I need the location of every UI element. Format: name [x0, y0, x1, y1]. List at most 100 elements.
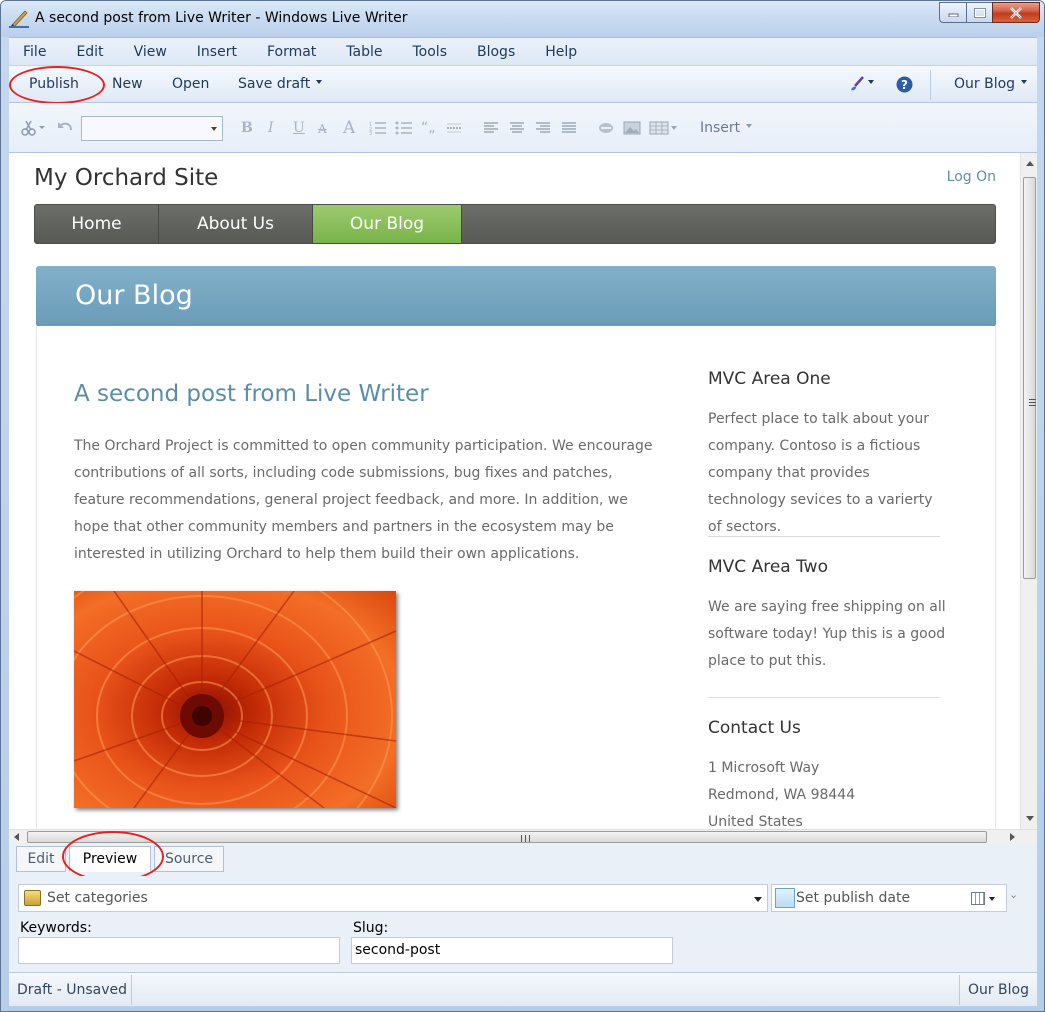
grip-icon	[521, 835, 530, 842]
menu-table[interactable]: Table	[331, 38, 397, 66]
sidebar-heading-contact-us: Contact Us	[708, 718, 801, 738]
underline-icon[interactable]: U	[293, 120, 305, 136]
bulleted-list-icon[interactable]	[395, 121, 413, 135]
new-button[interactable]: New	[112, 66, 143, 103]
menu-view[interactable]: View	[119, 38, 182, 66]
chevron-down-icon[interactable]	[754, 897, 762, 902]
post-properties-panel: Set categories Set publish date ⌄ Keywor…	[9, 876, 1037, 972]
categories-icon	[24, 890, 41, 906]
contact-address-line-2: Redmond, WA 98444	[708, 787, 856, 803]
insert-dropdown-label: Insert	[700, 120, 741, 136]
menu-format[interactable]: Format	[252, 38, 331, 66]
status-separator	[959, 975, 960, 1005]
nav-item-about-us[interactable]: About Us	[159, 205, 313, 243]
bold-icon[interactable]: B	[241, 120, 253, 136]
publish-date-combo[interactable]: Set publish date	[771, 884, 1007, 912]
scroll-down-arrow-icon[interactable]	[1026, 816, 1034, 821]
scroll-left-arrow-icon[interactable]	[14, 833, 19, 841]
publish-date-checkbox[interactable]	[775, 888, 795, 908]
close-button[interactable]	[992, 2, 1040, 23]
open-button[interactable]: Open	[172, 66, 209, 103]
tab-edit[interactable]: Edit	[16, 846, 66, 872]
site-title: My Orchard Site	[34, 165, 219, 191]
font-family-combo[interactable]	[81, 116, 223, 141]
insert-table-icon[interactable]	[649, 121, 679, 135]
chevron-down-icon	[868, 80, 874, 84]
help-icon: ?	[896, 76, 913, 92]
minimize-button[interactable]	[939, 2, 966, 23]
categories-placeholder: Set categories	[47, 890, 148, 906]
undo-icon	[58, 122, 72, 131]
vertical-scroll-thumb[interactable]	[1023, 177, 1036, 579]
menu-help[interactable]: Help	[530, 38, 592, 66]
align-left-icon[interactable]	[483, 122, 499, 134]
sidebar-heading-mvc-area-two: MVC Area Two	[708, 557, 828, 577]
horizontal-scrollbar[interactable]	[9, 829, 1037, 844]
chevron-down-icon[interactable]	[989, 897, 995, 901]
post-image-chrysanthemum[interactable]	[74, 591, 396, 808]
slug-input[interactable]: second-post	[351, 937, 673, 964]
sidebar-text-mvc-area-two: We are saying free shipping on all softw…	[708, 599, 946, 669]
vertical-scrollbar[interactable]	[1020, 153, 1037, 829]
cut-icon	[21, 120, 45, 136]
menu-blogs[interactable]: Blogs	[462, 38, 530, 66]
slug-label: Slug:	[353, 920, 389, 936]
format-toolbar: B I U A A 123 “„ Insert	[9, 103, 1037, 153]
tab-source[interactable]: Source	[154, 846, 224, 872]
app-window: A second post from Live Writer - Windows…	[0, 0, 1045, 1012]
post-title[interactable]: A second post from Live Writer	[74, 381, 429, 407]
horizontal-scroll-thumb[interactable]	[27, 831, 987, 843]
help-button[interactable]: ?	[896, 66, 913, 103]
save-draft-label: Save draft	[238, 76, 311, 92]
preview-area[interactable]: My Orchard Site Log On Home About Us Our…	[9, 153, 1037, 829]
italic-icon[interactable]: I	[268, 120, 274, 136]
insert-picture-icon[interactable]	[623, 120, 641, 136]
categories-combo[interactable]: Set categories	[18, 884, 768, 912]
strikethrough-icon[interactable]: A	[318, 122, 327, 136]
align-right-icon[interactable]	[535, 122, 551, 134]
window-title: A second post from Live Writer - Windows…	[35, 10, 408, 26]
paintbrush-icon	[851, 76, 864, 91]
nav-item-our-blog[interactable]: Our Blog	[313, 205, 462, 243]
blog-selector-dropdown[interactable]: Our Blog	[954, 66, 1028, 103]
chevron-down-icon	[1021, 80, 1028, 84]
keywords-label: Keywords:	[20, 920, 92, 936]
scroll-up-arrow-icon[interactable]	[1026, 161, 1034, 166]
sidebar-text-mvc-area-one: Perfect place to talk about your company…	[708, 411, 933, 535]
menu-tools[interactable]: Tools	[398, 38, 463, 66]
justify-icon[interactable]	[561, 122, 577, 134]
horizontal-rule-icon[interactable]	[446, 121, 462, 135]
nav-item-home[interactable]: Home	[35, 205, 159, 243]
svg-text:?: ?	[901, 78, 908, 92]
view-tabs: Edit Preview Source	[9, 831, 1037, 882]
align-center-icon[interactable]	[509, 122, 525, 134]
status-blog-name: Our Blog	[967, 982, 1029, 998]
keywords-input[interactable]	[18, 937, 340, 964]
chevron-down-icon	[316, 80, 323, 84]
tab-preview[interactable]: Preview	[69, 846, 151, 872]
font-color-icon[interactable]: A	[343, 118, 355, 138]
chevron-down-icon	[211, 127, 217, 131]
menu-insert[interactable]: Insert	[182, 38, 252, 66]
numbered-list-icon[interactable]: 123	[369, 121, 387, 135]
menu-edit[interactable]: Edit	[61, 38, 118, 66]
grip-icon	[1029, 399, 1036, 406]
title-bar[interactable]: A second post from Live Writer - Windows…	[1, 1, 1044, 37]
insert-link-icon[interactable]	[597, 120, 615, 136]
publish-button[interactable]: Publish	[29, 66, 79, 103]
maximize-button[interactable]	[966, 2, 992, 23]
style-brush-button[interactable]	[849, 66, 874, 103]
save-draft-button[interactable]: Save draft	[238, 66, 323, 103]
expand-chevron-icon[interactable]: ⌄	[1009, 888, 1018, 901]
blockquote-icon[interactable]: “„	[421, 120, 436, 136]
post-body[interactable]: The Orchard Project is committed to open…	[74, 433, 664, 568]
log-on-link[interactable]: Log On	[947, 169, 996, 185]
scroll-right-arrow-icon[interactable]	[1010, 833, 1015, 841]
chevron-down-icon	[746, 124, 753, 128]
sidebar-divider	[708, 536, 940, 537]
status-bar: Draft - Unsaved Our Blog	[9, 972, 1037, 1006]
command-bar: Publish New Open Save draft ? Our Blog	[9, 65, 1037, 104]
insert-dropdown[interactable]: Insert	[700, 120, 753, 136]
menu-file[interactable]: File	[9, 38, 61, 66]
calendar-icon[interactable]	[971, 892, 985, 905]
